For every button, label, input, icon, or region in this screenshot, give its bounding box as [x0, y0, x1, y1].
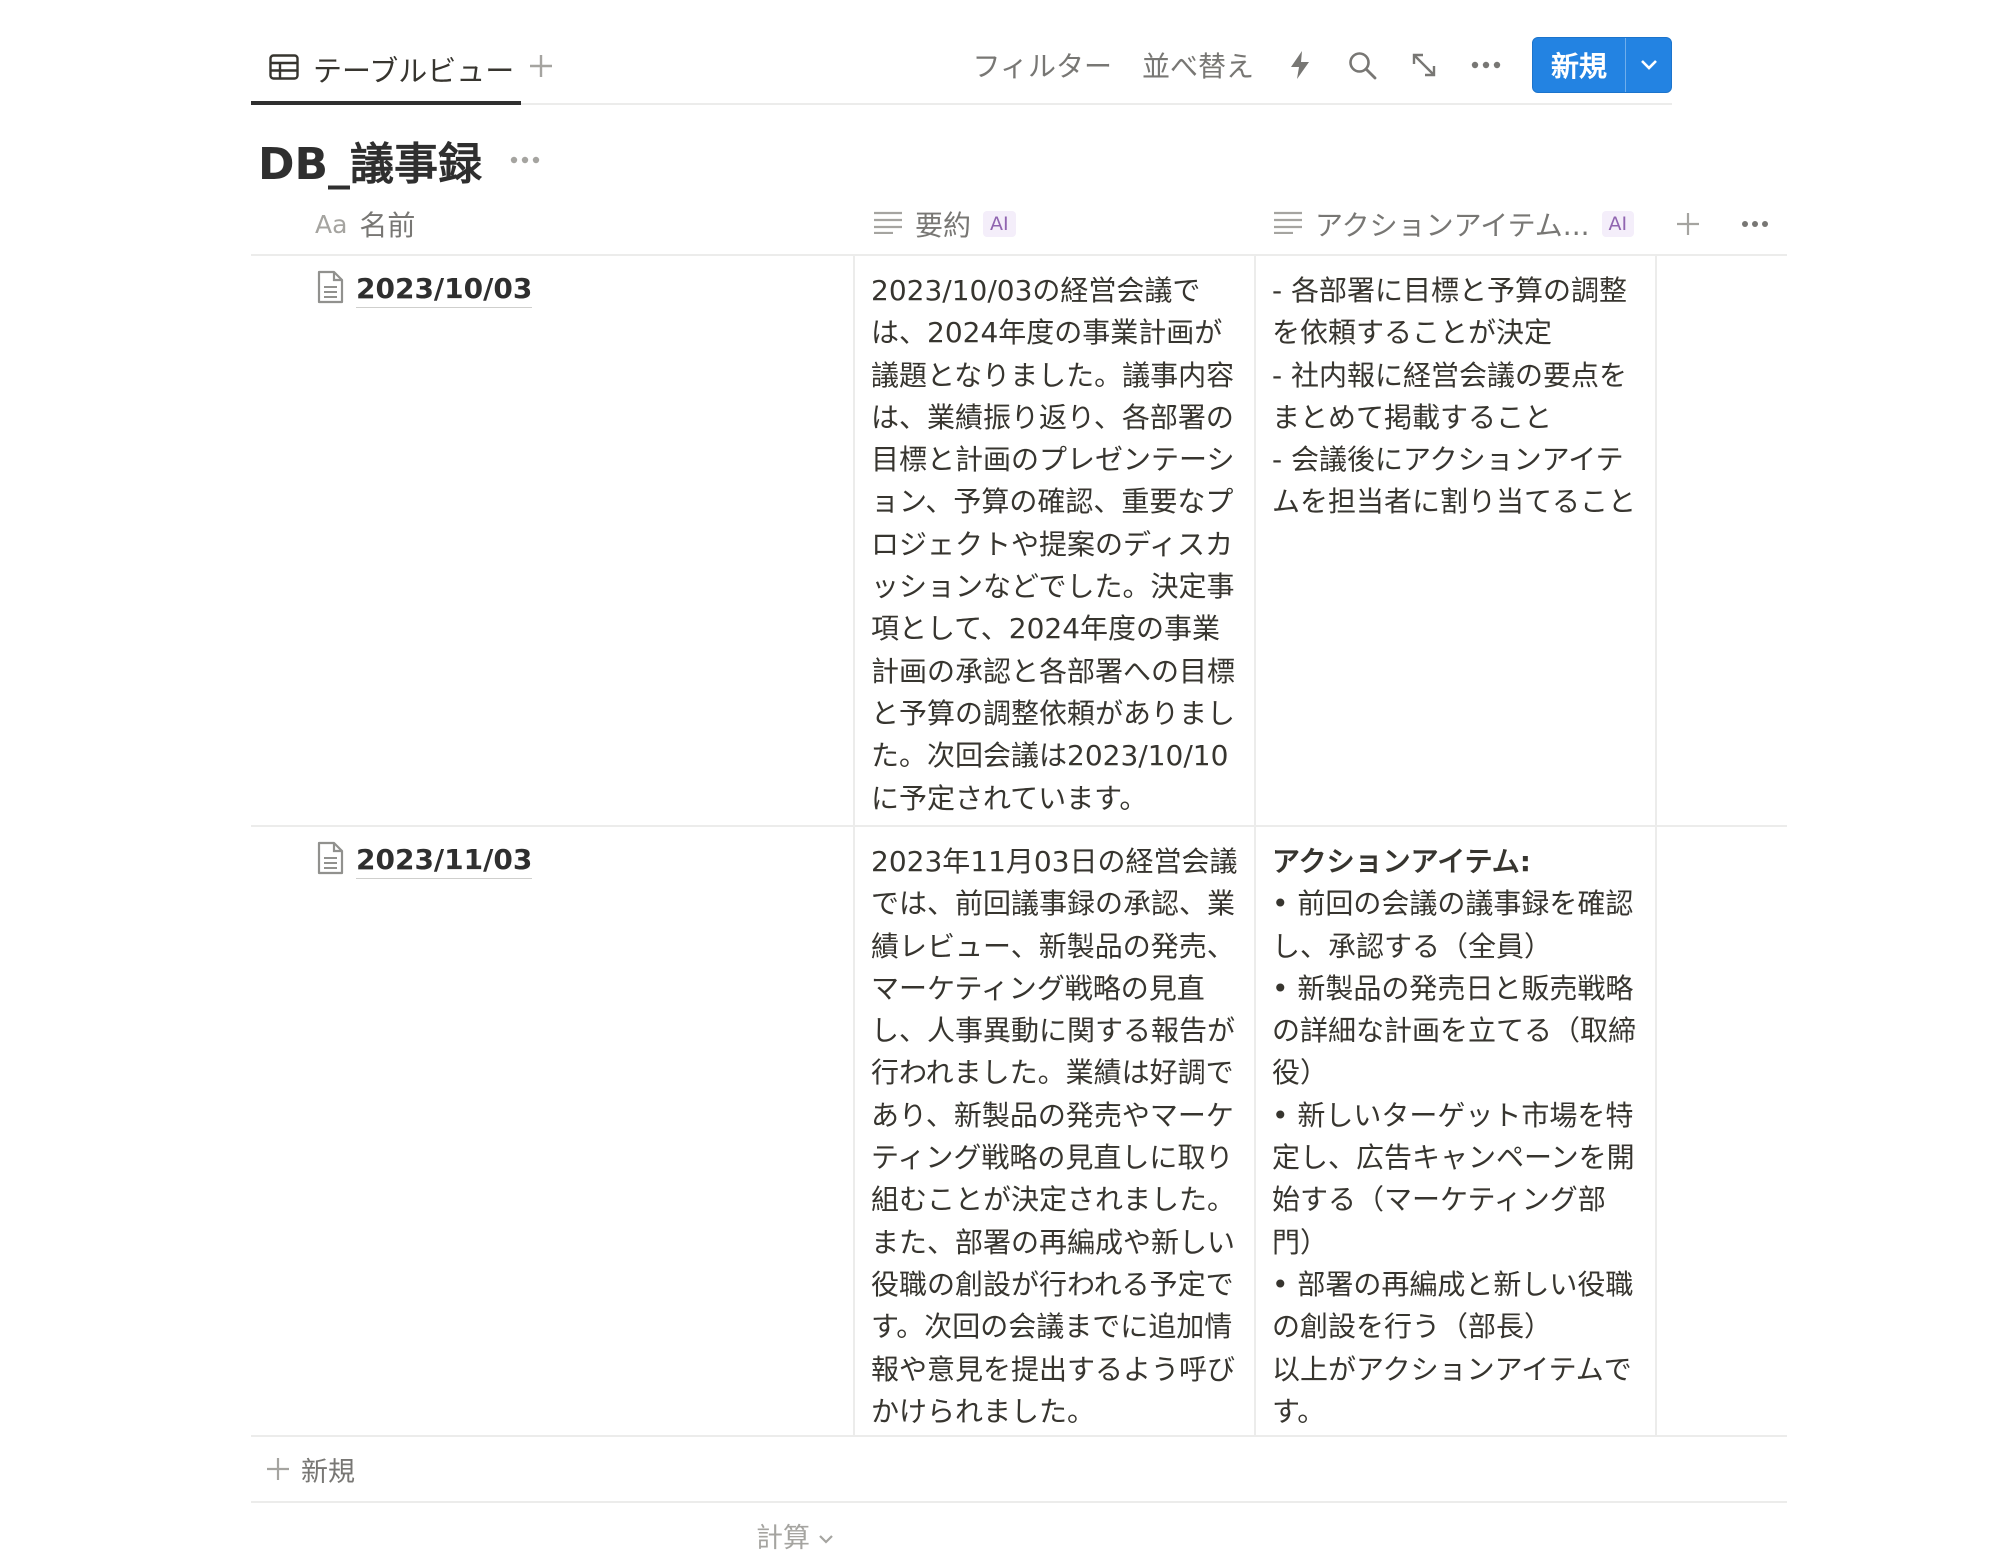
view-bar: テーブルビュー フィルター 並べ替え 新規	[251, 36, 1672, 105]
column-divider	[1655, 827, 1657, 1435]
ai-badge: AI	[983, 211, 1016, 237]
plus-icon	[1677, 213, 1699, 235]
plus-icon	[267, 1458, 289, 1480]
table-row: 2023/10/03 2023/10/03の経営会議では、2024年度の事業計画…	[251, 256, 1787, 827]
filter-button[interactable]: フィルター	[973, 45, 1112, 85]
table-row: 2023/11/03 2023年11月03日の経営会議では、前回議事録の承認、業…	[251, 827, 1787, 1437]
new-button[interactable]: 新規	[1533, 38, 1625, 92]
column-header-actions[interactable]: アクションアイテム... AI	[1273, 194, 1635, 254]
calculate-button[interactable]: 計算	[756, 1516, 834, 1555]
column-divider	[1254, 256, 1256, 825]
summary-cell[interactable]: 2023年11月03日の経営会議では、前回議事録の承認、業績レビュー、新製品の発…	[871, 841, 1239, 1433]
calculate-label: 計算	[756, 1523, 810, 1554]
column-header-label: アクションアイテム...	[1315, 209, 1590, 242]
column-divider	[1254, 827, 1256, 1435]
add-column-button[interactable]	[1675, 194, 1701, 254]
search-icon[interactable]	[1346, 49, 1378, 81]
column-divider	[1655, 256, 1657, 825]
actions-cell[interactable]: アクションアイテム: • 前回の会議の議事録を確認し、承認する（全員） • 新製品…	[1272, 841, 1642, 1433]
row-title[interactable]: 2023/10/03	[356, 271, 533, 308]
new-dropdown-button[interactable]	[1625, 38, 1671, 92]
page-title[interactable]: DB_議事録	[258, 128, 482, 192]
column-more-icon[interactable]	[1741, 194, 1769, 254]
title-row: DB_議事録	[258, 128, 540, 192]
sort-button[interactable]: 並べ替え	[1142, 45, 1254, 85]
tab-label: テーブルビュー	[313, 53, 515, 88]
plus-icon	[530, 55, 552, 77]
summary-cell[interactable]: 2023/10/03の経営会議では、2024年度の事業計画が議題となりました。議…	[871, 270, 1239, 820]
table-header: Aa 名前 要約 AI アクションアイテム... AI	[251, 194, 1787, 256]
expand-icon[interactable]	[1408, 49, 1440, 81]
column-header-label: 要約	[915, 209, 972, 242]
add-view-button[interactable]	[527, 48, 555, 89]
page-icon	[316, 841, 344, 879]
title-more-icon[interactable]	[510, 156, 540, 164]
page-icon	[316, 270, 344, 308]
column-divider	[853, 256, 855, 825]
chevron-down-icon	[1640, 60, 1657, 70]
chevron-down-icon	[818, 1520, 834, 1551]
add-row-label: 新規	[301, 1456, 355, 1488]
lightning-icon[interactable]	[1284, 49, 1316, 81]
ai-badge: AI	[1601, 211, 1635, 237]
column-header-summary[interactable]: 要約 AI	[873, 194, 1016, 254]
toolbar: フィルター 並べ替え 新規	[973, 36, 1672, 94]
name-cell[interactable]: 2023/11/03	[316, 841, 533, 879]
text-lines-icon	[873, 208, 903, 241]
row-title[interactable]: 2023/11/03	[356, 842, 533, 879]
name-cell[interactable]: 2023/10/03	[316, 270, 533, 308]
column-header-name[interactable]: Aa 名前	[315, 194, 415, 254]
column-divider	[853, 827, 855, 1435]
add-row-button[interactable]: 新規	[251, 1437, 1787, 1503]
actions-heading: アクションアイテム:	[1272, 845, 1531, 878]
text-type-icon: Aa	[315, 209, 348, 239]
table-icon	[269, 53, 299, 84]
more-icon[interactable]	[1470, 49, 1502, 81]
new-button-group: 新規	[1531, 37, 1672, 93]
column-header-label: 名前	[359, 209, 416, 242]
actions-list: • 前回の会議の議事録を確認し、承認する（全員） • 新製品の発売日と販売戦略の…	[1272, 887, 1637, 1428]
tab-table-view[interactable]: テーブルビュー	[251, 36, 521, 105]
text-lines-icon	[1273, 208, 1303, 241]
actions-cell[interactable]: - 各部署に目標と予算の調整を依頼することが決定 - 社内報に経営会議の要点をま…	[1272, 270, 1642, 524]
